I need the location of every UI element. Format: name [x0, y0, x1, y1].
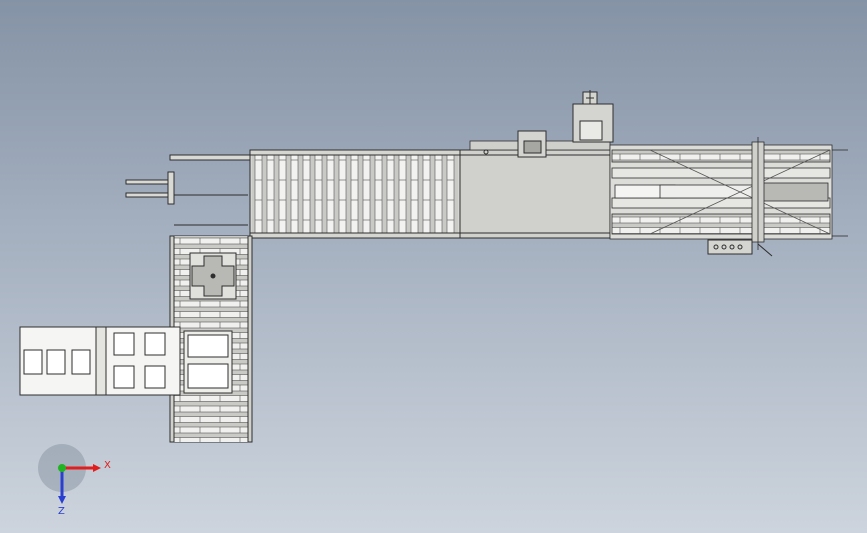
cross-turntable[interactable]: [189, 252, 237, 300]
axis-triad: X Z: [38, 444, 111, 517]
motor-bracket: [572, 90, 614, 143]
conveyor-assembly-drawing: X Z: [19, 90, 848, 517]
right-stacker-module[interactable]: [609, 137, 848, 250]
control-box: [517, 130, 547, 158]
main-roller-conveyor[interactable]: [249, 149, 461, 239]
left-end-guide: [125, 154, 251, 226]
x-axis-label: X: [104, 460, 111, 471]
carton-infeed[interactable]: [19, 326, 233, 396]
z-axis-label: Z: [58, 506, 65, 517]
cad-viewport[interactable]: X Z: [0, 0, 867, 533]
